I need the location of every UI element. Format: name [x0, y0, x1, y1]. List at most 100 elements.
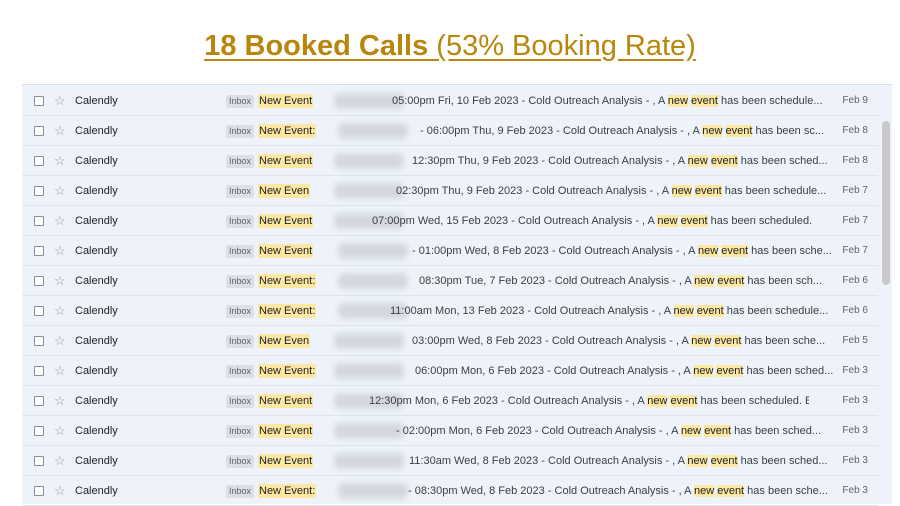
subject-prefix: New Event: — [258, 274, 317, 288]
inbox-label[interactable]: Inbox — [226, 215, 255, 228]
email-row[interactable]: ☆ Calendly Inbox New Event 11:30am Wed, 8 Fe… — [22, 446, 878, 476]
sender-name: Calendly — [75, 335, 118, 347]
email-snippet: - 02:00pm Mon, 6 Feb 2023 - Cold Outreac… — [396, 425, 822, 437]
inbox-label[interactable]: Inbox — [226, 365, 255, 378]
redacted-name — [334, 453, 404, 469]
star-icon[interactable]: ☆ — [54, 243, 66, 259]
checkbox-icon[interactable] — [34, 396, 44, 406]
email-snippet: 12:30pm Thu, 9 Feb 2023 - Cold Outreach … — [412, 155, 828, 167]
email-row[interactable]: ☆ Calendly Inbox New Even 03:00pm Wed, 8 Feb… — [22, 326, 878, 356]
email-row[interactable]: ☆ Calendly Inbox New Event: 06:00pm Mon, 6 F… — [22, 356, 878, 386]
checkbox-icon[interactable] — [34, 426, 44, 436]
sender-name: Calendly — [75, 395, 118, 407]
email-snippet: 05:00pm Fri, 10 Feb 2023 - Cold Outreach… — [392, 95, 823, 107]
subject-prefix: New Even — [258, 334, 311, 348]
email-snippet: - 01:00pm Wed, 8 Feb 2023 - Cold Outreac… — [412, 245, 832, 257]
star-icon[interactable]: ☆ — [54, 123, 66, 139]
checkbox-icon[interactable] — [34, 126, 44, 136]
star-icon[interactable]: ☆ — [54, 363, 66, 379]
email-row[interactable]: ☆ Calendly Inbox New Event: - 06:00pm Thu, 9… — [22, 116, 878, 146]
sender-name: Calendly — [75, 455, 118, 467]
subject-prefix: New Event — [258, 424, 314, 438]
sender-name: Calendly — [75, 365, 118, 377]
star-icon[interactable]: ☆ — [54, 483, 66, 499]
inbox-label[interactable]: Inbox — [226, 185, 255, 198]
checkbox-icon[interactable] — [34, 306, 44, 316]
email-row[interactable]: ☆ Calendly Inbox New Event 12:30pm Thu, 9 Fe… — [22, 146, 878, 176]
email-row[interactable]: ☆ Calendly Inbox New Event 12:30pm Mon, 6 Fe… — [22, 386, 878, 416]
email-date: Feb 5 — [842, 335, 868, 346]
headline-link[interactable]: 18 Booked Calls (53% Booking Rate) — [204, 30, 696, 62]
checkbox-icon[interactable] — [34, 456, 44, 466]
redacted-name — [338, 243, 408, 259]
checkbox-icon[interactable] — [34, 246, 44, 256]
inbox-label[interactable]: Inbox — [226, 305, 255, 318]
email-date: Feb 3 — [842, 365, 868, 376]
email-date: Feb 8 — [842, 155, 868, 166]
headline-bold: 18 Booked Calls — [204, 30, 429, 62]
email-row[interactable]: ☆ Calendly Inbox New Even 02:30pm Thu, 9 Feb… — [22, 176, 878, 206]
inbox-label[interactable]: Inbox — [226, 425, 255, 438]
sender-name: Calendly — [75, 125, 118, 137]
inbox-label[interactable]: Inbox — [226, 155, 255, 168]
inbox-label[interactable]: Inbox — [226, 125, 255, 138]
email-row[interactable]: ☆ Calendly Inbox New Event 07:00pm Wed, 15 F… — [22, 206, 878, 236]
redacted-name — [334, 423, 404, 439]
redacted-name — [338, 273, 408, 289]
star-icon[interactable]: ☆ — [54, 153, 66, 169]
inbox-label[interactable]: Inbox — [226, 455, 255, 468]
inbox-label[interactable]: Inbox — [226, 275, 255, 288]
email-row[interactable]: ☆ Calendly Inbox New Event: 11:00am Mon, 13 … — [22, 296, 878, 326]
checkbox-icon[interactable] — [34, 186, 44, 196]
checkbox-icon[interactable] — [34, 156, 44, 166]
star-icon[interactable]: ☆ — [54, 333, 66, 349]
star-icon[interactable]: ☆ — [54, 183, 66, 199]
checkbox-icon[interactable] — [34, 216, 44, 226]
email-date: Feb 6 — [842, 275, 868, 286]
inbox-label[interactable]: Inbox — [226, 485, 255, 498]
checkbox-icon[interactable] — [34, 96, 44, 106]
sender-name: Calendly — [75, 95, 118, 107]
star-icon[interactable]: ☆ — [54, 93, 66, 109]
headline-rate: (53% Booking Rate) — [436, 30, 696, 62]
email-date: Feb 8 — [842, 125, 868, 136]
subject-prefix: New Event: — [258, 484, 317, 498]
inbox-list: ☆ Calendly Inbox New Event 05:00pm Fri, 10 F… — [22, 84, 892, 506]
subject-prefix: New Event — [258, 94, 314, 108]
subject-prefix: New Even — [258, 184, 311, 198]
email-snippet: - 06:00pm Thu, 9 Feb 2023 - Cold Outreac… — [420, 125, 825, 137]
email-snippet: 06:00pm Mon, 6 Feb 2023 - Cold Outreach … — [415, 365, 834, 377]
email-row[interactable]: ☆ Calendly Inbox New Event: - 08:30pm Wed, 8… — [22, 476, 878, 506]
headline: 18 Booked Calls (53% Booking Rate) — [0, 30, 900, 70]
email-snippet: 11:30am Wed, 8 Feb 2023 - Cold Outreach … — [409, 455, 828, 467]
email-row[interactable]: ☆ Calendly Inbox New Event 05:00pm Fri, 10 F… — [22, 86, 878, 116]
scrollbar[interactable] — [882, 121, 890, 285]
subject-prefix: New Event — [258, 454, 314, 468]
star-icon[interactable]: ☆ — [54, 303, 66, 319]
star-icon[interactable]: ☆ — [54, 453, 66, 469]
subject-prefix: New Event — [258, 154, 314, 168]
email-date: Feb 7 — [842, 185, 868, 196]
email-row[interactable]: ☆ Calendly Inbox New Event - 02:00pm Mon, 6 … — [22, 416, 878, 446]
checkbox-icon[interactable] — [34, 486, 44, 496]
redacted-name — [334, 183, 404, 199]
sender-name: Calendly — [75, 275, 118, 287]
inbox-label[interactable]: Inbox — [226, 95, 255, 108]
email-row[interactable]: ☆ Calendly Inbox New Event - 01:00pm Wed, 8 … — [22, 236, 878, 266]
star-icon[interactable]: ☆ — [54, 213, 66, 229]
subject-prefix: New Event: — [258, 124, 317, 138]
redacted-name — [334, 153, 404, 169]
email-row[interactable]: ☆ Calendly Inbox New Event: 08:30pm Tue, 7 F… — [22, 266, 878, 296]
inbox-label[interactable]: Inbox — [226, 335, 255, 348]
inbox-label[interactable]: Inbox — [226, 395, 255, 408]
email-snippet: 12:30pm Mon, 6 Feb 2023 - Cold Outreach … — [369, 395, 809, 407]
subject-prefix: New Event: — [258, 364, 317, 378]
star-icon[interactable]: ☆ — [54, 393, 66, 409]
star-icon[interactable]: ☆ — [54, 423, 66, 439]
checkbox-icon[interactable] — [34, 366, 44, 376]
star-icon[interactable]: ☆ — [54, 273, 66, 289]
checkbox-icon[interactable] — [34, 336, 44, 346]
checkbox-icon[interactable] — [34, 276, 44, 286]
email-date: Feb 9 — [842, 95, 868, 106]
inbox-label[interactable]: Inbox — [226, 245, 255, 258]
